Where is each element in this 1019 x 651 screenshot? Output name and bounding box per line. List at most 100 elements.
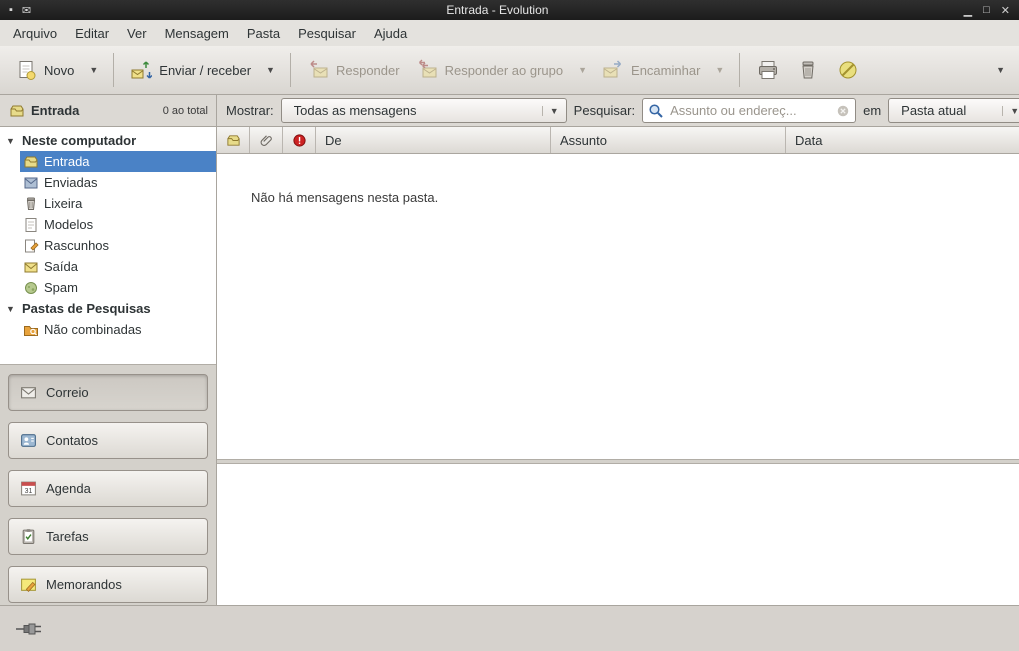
group-pastas-de-pesquisas[interactable]: ▼ Pastas de Pesquisas — [0, 298, 216, 319]
attachment-icon — [259, 133, 274, 148]
switcher-label: Agenda — [46, 481, 91, 496]
switcher-agenda[interactable]: 31 Agenda — [8, 470, 208, 507]
column-assunto-label: Assunto — [560, 133, 607, 148]
expander-icon[interactable]: ▼ — [6, 304, 17, 314]
switcher-tarefas[interactable]: Tarefas — [8, 518, 208, 555]
folder-label: Modelos — [44, 217, 93, 232]
message-list-body: Não há mensagens nesta pasta. — [217, 154, 1019, 459]
window-menu-icon[interactable]: ▪ — [9, 4, 13, 16]
inbox-icon — [8, 103, 25, 119]
forward-dropdown-button[interactable]: ▼ — [708, 57, 731, 83]
evolution-window: ▪ ✉ Entrada - Evolution ▁ □ ✕ Arquivo Ed… — [0, 0, 1019, 651]
expander-icon[interactable]: ▼ — [6, 136, 17, 146]
chevron-down-icon: ▼ — [542, 106, 559, 116]
folder-header: Entrada 0 ao total — [0, 95, 217, 126]
send-receive-icon — [130, 59, 152, 81]
templates-icon — [22, 217, 39, 233]
mail-icon — [20, 384, 37, 401]
search-scope-combo[interactable]: Pasta atual ▼ — [888, 98, 1019, 123]
app-mail-icon: ✉ — [22, 4, 31, 17]
column-attachment[interactable] — [250, 127, 283, 153]
print-button[interactable] — [748, 51, 788, 89]
junk-button[interactable] — [828, 51, 868, 89]
outbox-icon — [22, 259, 39, 275]
folder-label: Rascunhos — [44, 238, 109, 253]
preview-pane — [217, 464, 1019, 605]
empty-folder-text: Não há mensagens nesta pasta. — [251, 190, 438, 205]
trash-folder-icon — [22, 196, 39, 212]
menu-mensagem[interactable]: Mensagem — [156, 22, 238, 45]
delete-button[interactable] — [788, 51, 828, 89]
drafts-icon — [22, 238, 39, 254]
folder-nao-combinadas[interactable]: Não combinadas — [20, 319, 216, 340]
column-data[interactable]: Data — [786, 127, 1019, 153]
search-entry[interactable] — [642, 98, 856, 123]
switcher-correio[interactable]: Correio — [8, 374, 208, 411]
reply-icon — [307, 59, 329, 81]
forward-button-label: Encaminhar — [631, 63, 700, 78]
folder-label: Entrada — [44, 154, 90, 169]
reply-all-dropdown-button[interactable]: ▼ — [571, 57, 594, 83]
send-receive-dropdown-button[interactable]: ▼ — [259, 57, 282, 83]
folder-rascunhos[interactable]: Rascunhos — [20, 235, 216, 256]
menu-pesquisar[interactable]: Pesquisar — [289, 22, 365, 45]
switcher-contatos[interactable]: Contatos — [8, 422, 208, 459]
folder-saida[interactable]: Saída — [20, 256, 216, 277]
toolbar-overflow-button[interactable]: ▼ — [989, 57, 1012, 83]
close-button[interactable]: ✕ — [1001, 4, 1010, 17]
menu-arquivo[interactable]: Arquivo — [4, 22, 66, 45]
forward-button[interactable]: Encaminhar — [594, 51, 708, 89]
folder-modelos[interactable]: Modelos — [20, 214, 216, 235]
print-icon — [757, 59, 779, 81]
filter-row: Entrada 0 ao total Mostrar: Todas as men… — [0, 95, 1019, 127]
message-list-header: De Assunto Data — [217, 127, 1019, 154]
online-status-button[interactable] — [11, 618, 53, 640]
reply-all-button[interactable]: Responder ao grupo — [408, 51, 572, 89]
column-de[interactable]: De — [316, 127, 551, 153]
folder-label: Saída — [44, 259, 78, 274]
menu-editar[interactable]: Editar — [66, 22, 118, 45]
minimize-button[interactable]: ▁ — [964, 4, 972, 17]
reply-button[interactable]: Responder — [299, 51, 408, 89]
svg-text:31: 31 — [25, 488, 33, 495]
statusbar — [0, 605, 1019, 651]
trash-icon — [797, 59, 819, 81]
column-read-status[interactable] — [217, 127, 250, 153]
tasks-icon — [20, 528, 37, 545]
switcher-memorandos[interactable]: Memorandos — [8, 566, 208, 603]
folder-spam[interactable]: Spam — [20, 277, 216, 298]
folder-label: Enviadas — [44, 175, 97, 190]
new-dropdown-button[interactable]: ▼ — [82, 57, 105, 83]
message-list-pane: De Assunto Data Não há mensagens nesta p… — [217, 127, 1019, 605]
column-priority[interactable] — [283, 127, 316, 153]
folder-enviadas[interactable]: Enviadas — [20, 172, 216, 193]
switcher-label: Correio — [46, 385, 89, 400]
menu-ver[interactable]: Ver — [118, 22, 156, 45]
column-assunto[interactable]: Assunto — [551, 127, 786, 153]
folder-tree: ▼ Neste computador Entrada Enviadas Lixe… — [0, 127, 216, 364]
search-icon[interactable] — [648, 103, 664, 119]
sidebar: ▼ Neste computador Entrada Enviadas Lixe… — [0, 127, 217, 605]
maximize-button[interactable]: □ — [983, 4, 990, 16]
folder-entrada[interactable]: Entrada — [20, 151, 216, 172]
show-filter-combo[interactable]: Todas as mensagens ▼ — [281, 98, 567, 123]
new-message-icon — [15, 59, 37, 81]
group-neste-computador[interactable]: ▼ Neste computador — [0, 130, 216, 151]
search-input[interactable] — [668, 102, 832, 119]
current-folder-title: Entrada — [31, 103, 79, 118]
clear-search-icon[interactable] — [836, 104, 850, 118]
menu-pasta[interactable]: Pasta — [238, 22, 289, 45]
window-body: ▼ Neste computador Entrada Enviadas Lixe… — [0, 127, 1019, 605]
search-folder-icon — [22, 322, 39, 338]
folder-label: Spam — [44, 280, 78, 295]
junk-icon — [837, 59, 859, 81]
send-receive-button[interactable]: Enviar / receber — [122, 51, 259, 89]
calendar-icon: 31 — [20, 480, 37, 497]
in-label: em — [863, 103, 881, 118]
titlebar-left: ▪ ✉ — [0, 4, 40, 17]
new-button[interactable]: Novo — [7, 51, 82, 89]
toolbar-separator — [290, 53, 291, 87]
titlebar: ▪ ✉ Entrada - Evolution ▁ □ ✕ — [0, 0, 1019, 20]
menu-ajuda[interactable]: Ajuda — [365, 22, 416, 45]
folder-lixeira[interactable]: Lixeira — [20, 193, 216, 214]
